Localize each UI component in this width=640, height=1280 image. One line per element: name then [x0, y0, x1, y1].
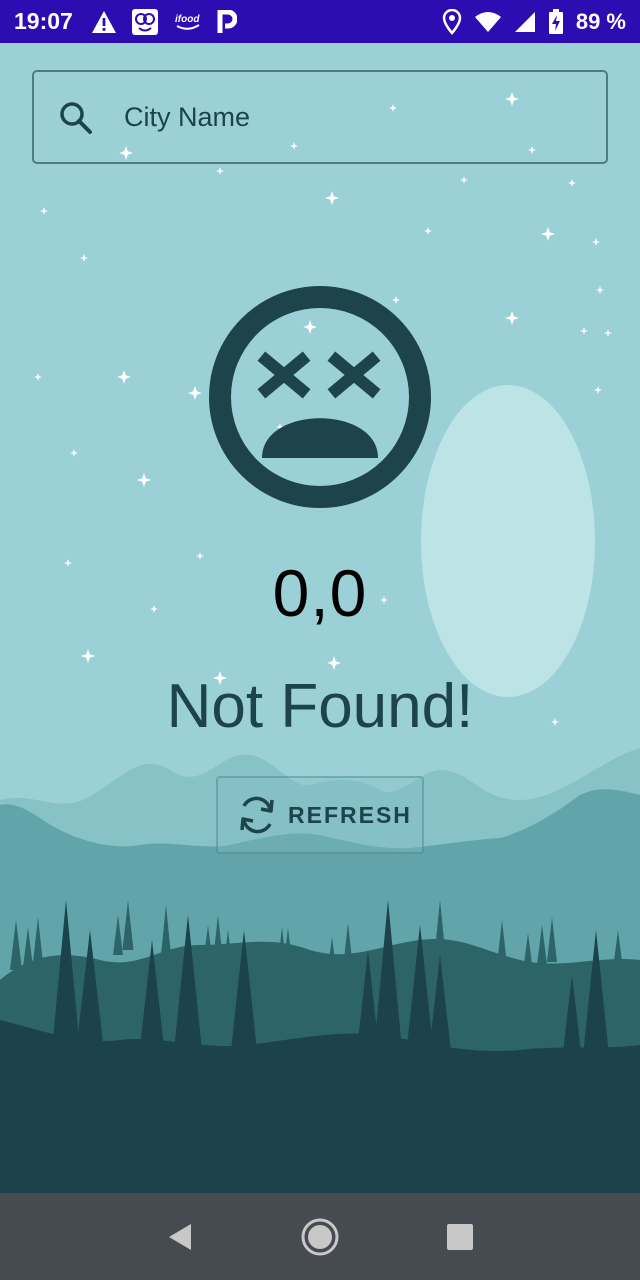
signal-icon [514, 11, 536, 33]
star [460, 176, 468, 184]
navigation-bar [0, 1193, 640, 1280]
star [424, 227, 432, 235]
refresh-label: REFRESH [288, 801, 412, 828]
star [34, 373, 42, 381]
location-icon [442, 8, 462, 35]
star [580, 327, 588, 335]
city-name-input[interactable] [124, 72, 584, 162]
battery-percent: 89 % [575, 8, 626, 34]
star [568, 179, 576, 187]
refresh-icon [234, 792, 280, 838]
ifood-icon: ifood [173, 11, 203, 33]
home-icon[interactable] [290, 1207, 350, 1267]
star [303, 320, 317, 334]
status-time: 19:07 [14, 8, 73, 34]
battery-charging-icon [548, 8, 564, 35]
wifi-icon [474, 11, 502, 33]
star [70, 449, 78, 457]
star [604, 329, 612, 337]
app-notification-icon [131, 8, 159, 36]
star [40, 207, 48, 215]
coordinates: 0,0 [272, 556, 368, 630]
moon [421, 385, 595, 697]
star [327, 656, 341, 670]
parking-icon [217, 9, 237, 34]
recents-icon[interactable] [430, 1207, 490, 1267]
star [216, 167, 224, 175]
star [325, 191, 339, 205]
star [592, 238, 600, 246]
warning-icon [91, 10, 117, 34]
star [505, 311, 519, 325]
weather-screen: 0,0 Not Found! REFRESH [0, 43, 640, 1193]
star [81, 649, 95, 663]
star [137, 473, 151, 487]
refresh-button[interactable]: REFRESH [216, 776, 424, 854]
dead-face-icon [209, 286, 431, 508]
star [594, 386, 602, 394]
notification-icons: ifood [91, 8, 237, 36]
star [392, 296, 400, 304]
not-found-message: Not Found! [166, 672, 474, 741]
status-bar: 19:07 ifood 89 % [0, 0, 640, 43]
ifood-logo-text: ifood [175, 14, 200, 25]
star [80, 254, 88, 262]
star [188, 386, 202, 400]
search-box[interactable] [32, 70, 608, 164]
search-icon[interactable] [58, 100, 94, 141]
star [541, 227, 555, 241]
back-icon[interactable] [150, 1207, 210, 1267]
star [596, 286, 604, 294]
system-status-icons: 89 % [442, 8, 626, 35]
star [117, 370, 131, 384]
